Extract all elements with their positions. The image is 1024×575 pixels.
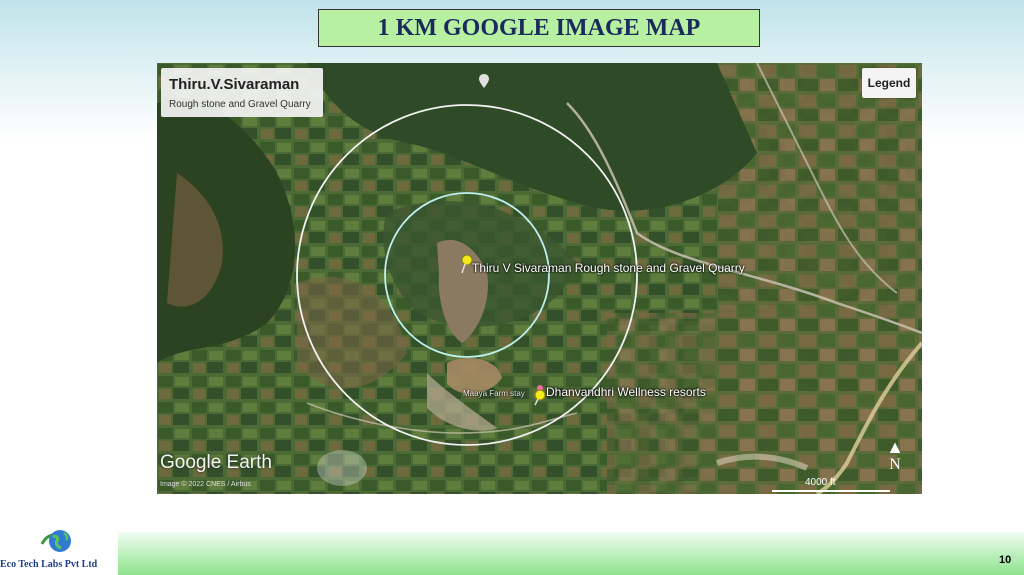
satellite-imagery (157, 63, 922, 494)
quarry-marker-label: Thiru V Sivaraman Rough stone and Gravel… (472, 261, 745, 275)
page-number: 10 (999, 554, 1012, 566)
image-credit: Image © 2022 CNES / Airbus (160, 481, 251, 488)
resort-marker-label: Dhanvandhri Wellness resorts (546, 385, 706, 399)
farm-stay-label: Maaya Farm stay (463, 389, 525, 398)
place-marker-icon[interactable] (479, 74, 489, 88)
globe-icon (40, 530, 71, 552)
info-subtitle: Rough stone and Gravel Quarry (169, 99, 311, 110)
legend-button[interactable]: Legend (862, 68, 916, 98)
scale-bar (772, 490, 890, 492)
north-label: N (889, 456, 901, 473)
slide-title: 1 KM GOOGLE IMAGE MAP (318, 9, 760, 47)
scale-label: 4000 ft (805, 477, 836, 488)
footer-band (118, 532, 1024, 575)
info-box: Thiru.V.Sivaraman Rough stone and Gravel… (161, 68, 323, 117)
yellow-pushpin-icon[interactable] (533, 384, 547, 406)
company-logo: Eco Tech Labs Pvt Ltd (0, 526, 118, 575)
google-earth-logo: Google Earth (160, 452, 272, 473)
info-title: Thiru.V.Sivaraman (169, 76, 300, 93)
north-arrow-icon: ▲ N (883, 438, 907, 478)
satellite-map: Thiru.V.Sivaraman Rough stone and Gravel… (157, 63, 922, 494)
company-name: Eco Tech Labs Pvt Ltd (0, 559, 98, 570)
